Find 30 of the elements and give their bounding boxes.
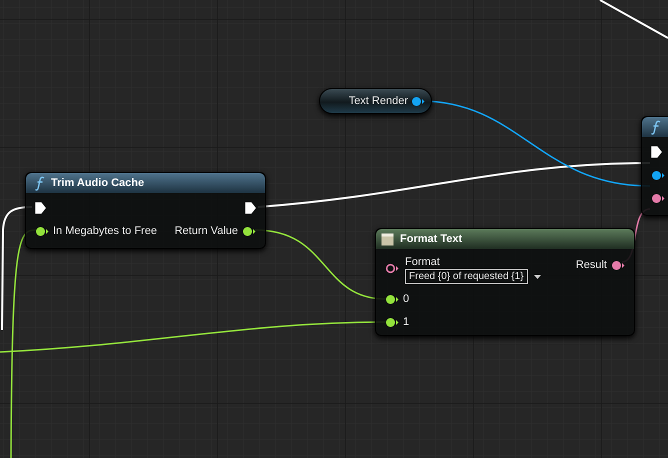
variable-node[interactable]: Text Render bbox=[319, 88, 432, 114]
data-pin-icon[interactable] bbox=[651, 170, 665, 180]
variable-name: Text Render bbox=[348, 94, 408, 109]
format-field[interactable]: Freed {0} of requested {1} bbox=[405, 269, 528, 284]
exec-pin-icon[interactable] bbox=[35, 202, 46, 214]
data-pin-icon[interactable] bbox=[611, 260, 625, 271]
data-pin-icon[interactable] bbox=[242, 226, 256, 236]
pin-label: Return Value bbox=[174, 224, 238, 239]
pin-label: In Megabytes to Free bbox=[53, 224, 157, 239]
data-pin-icon[interactable] bbox=[385, 316, 399, 328]
node-icon bbox=[381, 232, 394, 246]
wire bbox=[600, 0, 668, 39]
function-icon bbox=[35, 176, 45, 190]
data-pin-icon[interactable] bbox=[411, 96, 425, 106]
function-icon bbox=[651, 120, 661, 134]
data-pin-icon[interactable] bbox=[385, 263, 399, 274]
exec-pin-icon[interactable] bbox=[651, 146, 662, 158]
node-title: Format Text bbox=[400, 232, 462, 247]
format-text-node[interactable]: Format Text Format Freed {0} of requested {1} Result 0 1 bbox=[375, 228, 635, 336]
pin-label: Format bbox=[405, 256, 441, 269]
pin-label: 0 bbox=[403, 292, 410, 307]
data-pin-icon[interactable] bbox=[651, 192, 665, 204]
function-node[interactable]: Trim Audio Cache In Megabytes to Free Return Value bbox=[25, 172, 266, 249]
data-pin-icon[interactable] bbox=[35, 226, 49, 236]
data-pin-icon[interactable] bbox=[385, 294, 399, 304]
pin-label: Result bbox=[576, 258, 607, 273]
pin-label: 1 bbox=[403, 314, 410, 330]
node-title: Trim Audio Cache bbox=[51, 176, 144, 191]
exec-pin-icon[interactable] bbox=[245, 202, 256, 214]
dropdown-caret-icon[interactable] bbox=[534, 274, 541, 278]
